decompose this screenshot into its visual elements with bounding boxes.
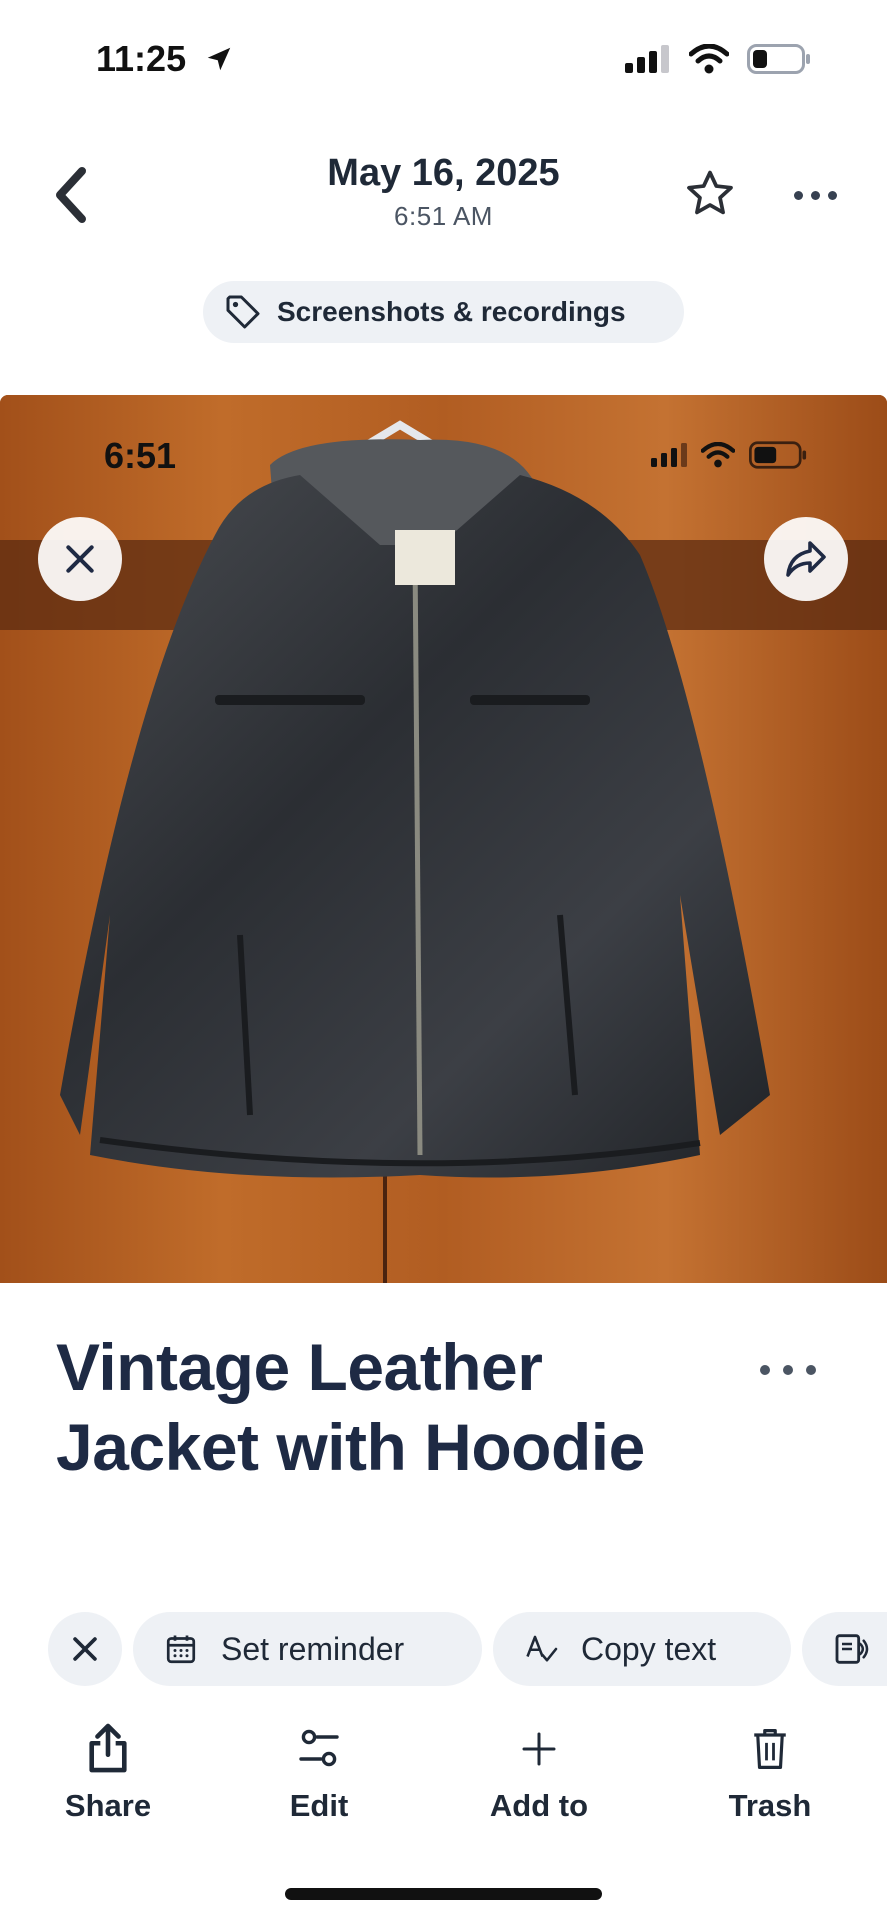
add-to-label: Add to — [489, 1788, 589, 1823]
set-reminder-chip[interactable]: Set reminder — [133, 1612, 482, 1686]
bottom-toolbar: Share Edit Add to Trash — [0, 1718, 887, 1838]
jacket-photo — [0, 395, 887, 1283]
embedded-status-time: 6:51 — [104, 435, 177, 476]
trash-icon — [754, 1729, 786, 1769]
share-label: Share — [64, 1788, 152, 1823]
edit-button[interactable]: Edit — [244, 1718, 394, 1838]
trash-label: Trash — [728, 1788, 812, 1823]
share-icon — [89, 1723, 127, 1773]
edit-label: Edit — [289, 1788, 349, 1823]
category-label: Screenshots & recordings — [277, 296, 626, 327]
photo-time: 6:51 AM — [394, 201, 493, 231]
copy-text-label: Copy text — [581, 1630, 717, 1667]
favorite-button[interactable] — [682, 166, 742, 226]
add-to-button[interactable]: Add to — [464, 1718, 614, 1838]
battery-low-icon — [749, 441, 807, 469]
set-reminder-label: Set reminder — [221, 1630, 405, 1667]
cellular-signal-icon — [651, 443, 687, 467]
photo-datetime: May 16, 2025 6:51 AM — [0, 152, 887, 232]
calendar-icon — [166, 1635, 196, 1664]
home-indicator[interactable] — [285, 1888, 602, 1900]
wifi-icon — [688, 43, 730, 79]
status-time: 11:25 — [96, 38, 187, 79]
tag-icon — [226, 295, 260, 329]
trash-button[interactable]: Trash — [695, 1718, 845, 1838]
text-recognition-icon — [526, 1635, 558, 1662]
status-indicators — [625, 43, 811, 79]
close-icon — [66, 545, 94, 573]
read-aloud-chip[interactable] — [802, 1612, 887, 1686]
battery-low-icon — [747, 44, 811, 79]
photo-close-button[interactable] — [38, 517, 122, 601]
photo-viewer[interactable]: 6:51 — [0, 395, 887, 1283]
status-bar: 11:25 — [0, 0, 887, 120]
item-title: Vintage Leather Jacket with Hoodie — [56, 1330, 645, 1484]
wifi-icon — [701, 442, 735, 468]
photo-forward-button[interactable] — [764, 517, 848, 601]
cellular-signal-icon — [625, 45, 671, 78]
edit-sliders-icon — [299, 1729, 339, 1767]
plus-icon — [522, 1732, 556, 1766]
location-arrow-icon — [204, 44, 234, 79]
star-outline-icon — [687, 170, 733, 215]
share-arrow-icon — [786, 541, 826, 577]
photo-date: May 16, 2025 — [327, 152, 560, 194]
item-details: Vintage Leather Jacket with Hoodie — [0, 1283, 887, 1583]
close-icon — [73, 1637, 97, 1661]
embedded-status-indicators — [651, 441, 807, 469]
top-navigation: May 16, 2025 6:51 AM — [0, 130, 887, 250]
details-more-button[interactable] — [760, 1355, 816, 1385]
ellipsis-icon — [793, 190, 803, 200]
ellipsis-icon — [760, 1365, 770, 1375]
read-aloud-icon — [835, 1634, 869, 1664]
copy-text-chip[interactable]: Copy text — [493, 1612, 791, 1686]
category-chip[interactable]: Screenshots & recordings — [203, 281, 684, 343]
more-options-button[interactable] — [784, 170, 846, 220]
share-button[interactable]: Share — [33, 1718, 183, 1838]
suggestion-chips: Set reminder Copy text — [0, 1610, 887, 1686]
dismiss-chips-button[interactable] — [48, 1612, 122, 1686]
